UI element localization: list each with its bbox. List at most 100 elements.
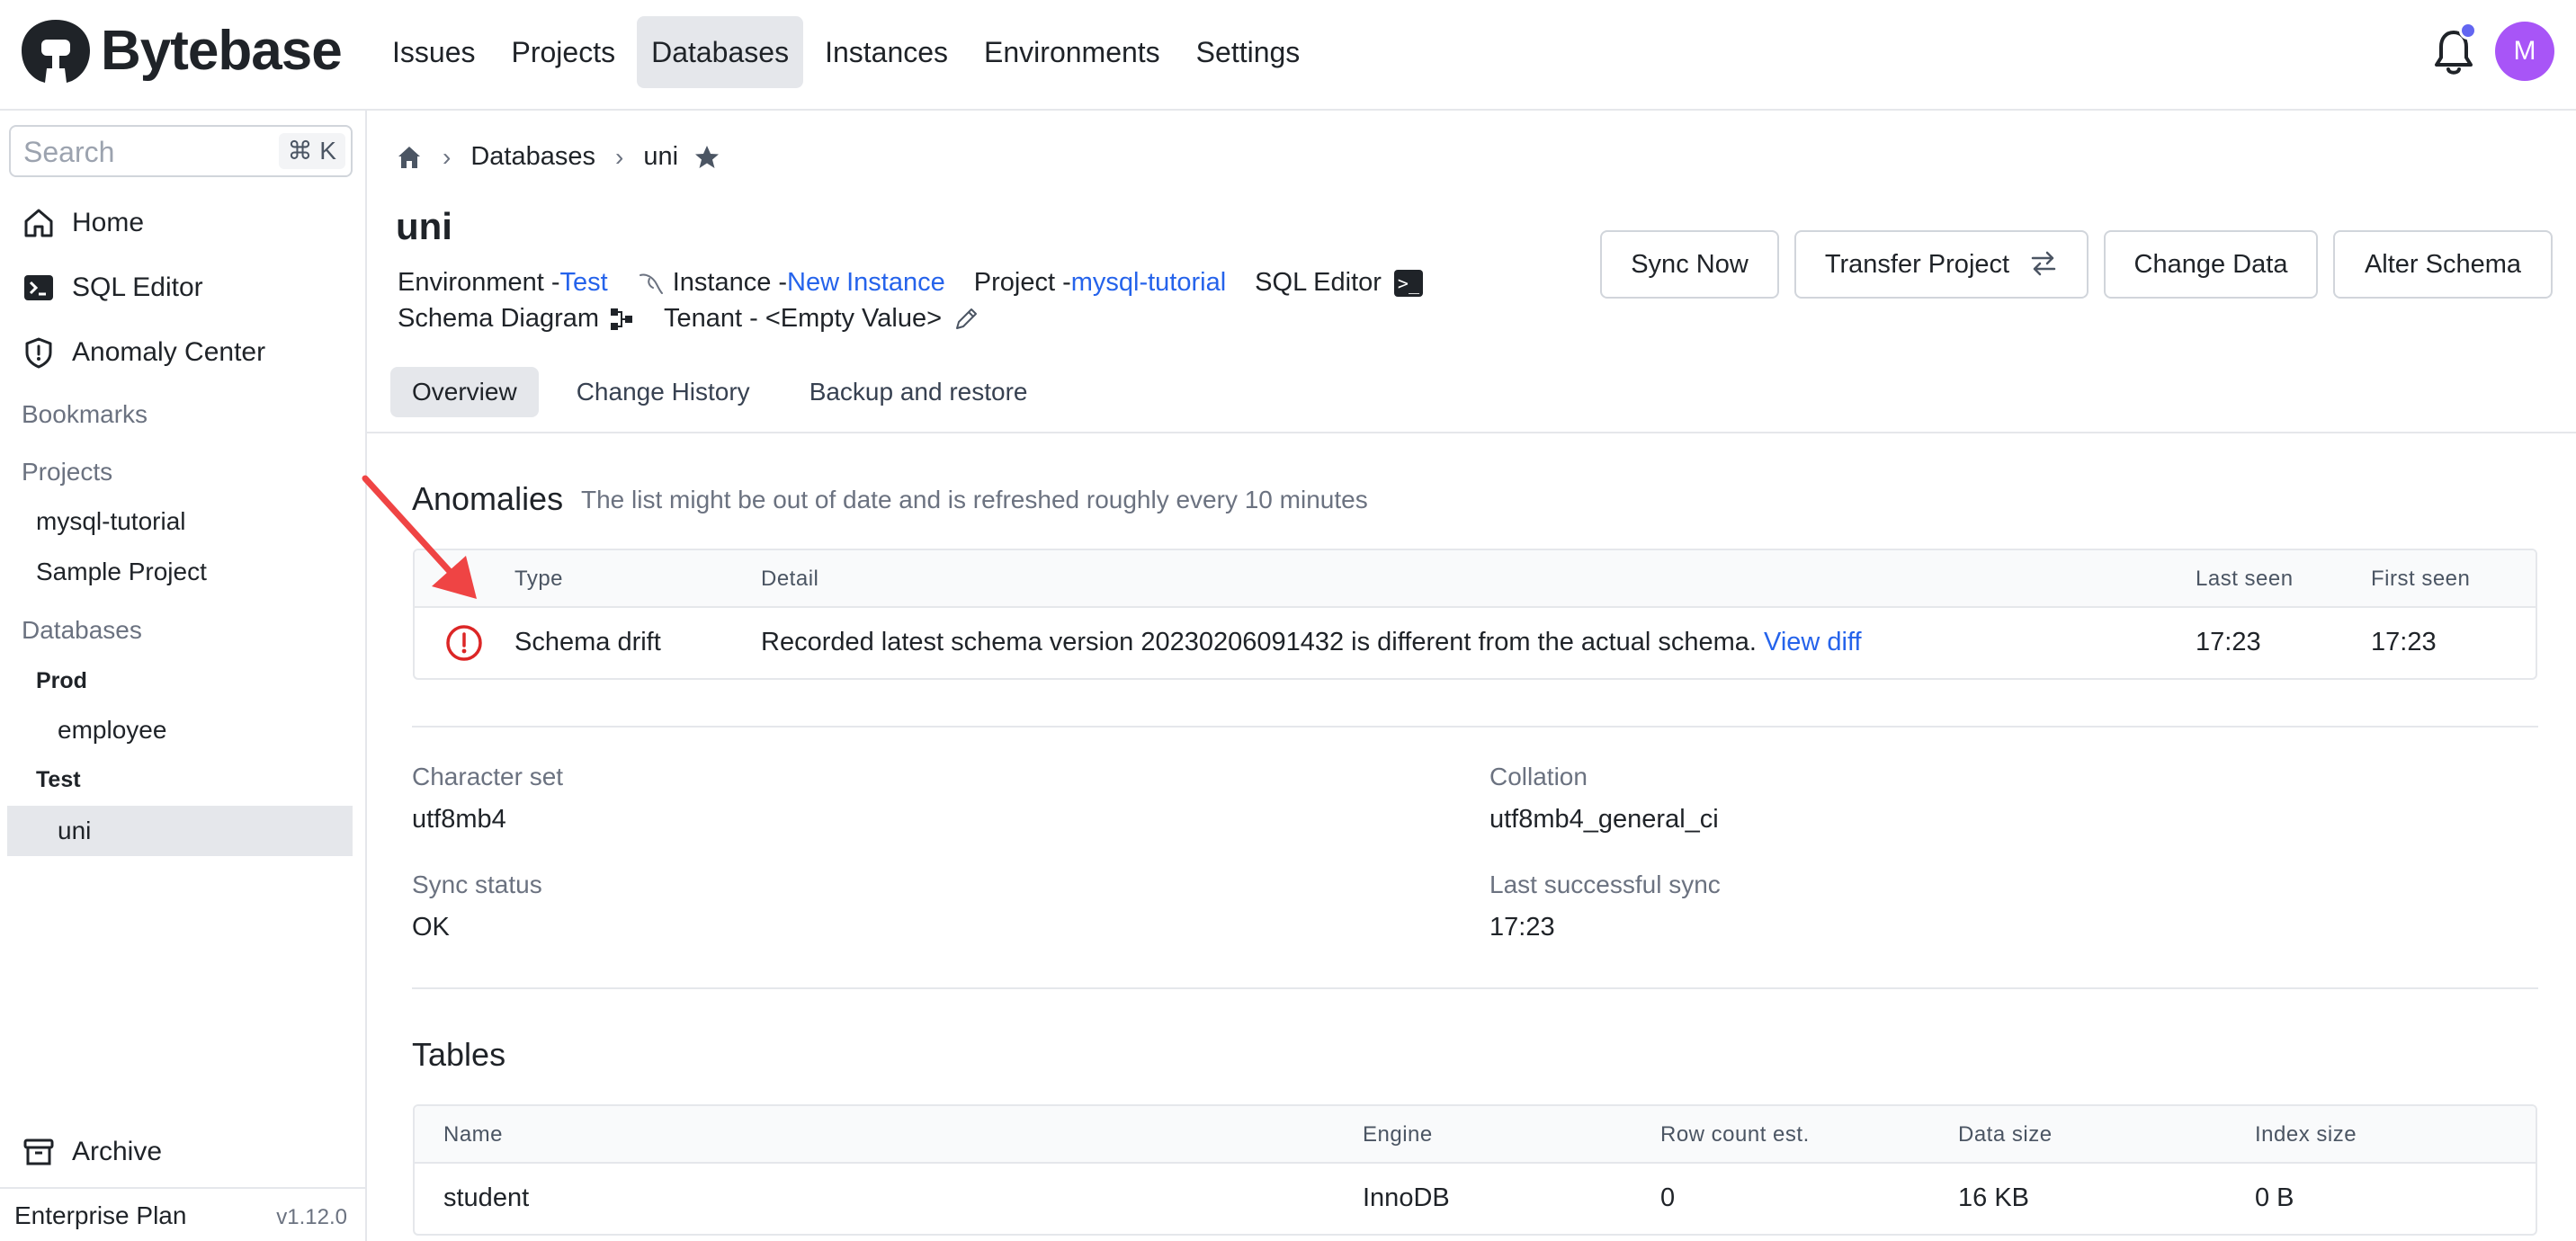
environment-link[interactable]: Test <box>560 268 608 298</box>
sidebar-item-home[interactable]: Home <box>22 206 144 240</box>
sidebar-section-databases[interactable]: Databases <box>22 616 142 645</box>
sidebar: Search ⌘ K Home SQL Editor Anomaly Cente… <box>0 111 367 1241</box>
arrows-swap-icon <box>2031 251 2056 276</box>
brand-logo[interactable]: Bytebase <box>20 18 343 85</box>
mysql-dolphin-icon <box>639 273 663 294</box>
pencil-icon[interactable] <box>953 306 979 333</box>
nav-issues[interactable]: Issues <box>378 16 489 88</box>
nav-settings[interactable]: Settings <box>1182 16 1315 88</box>
database-meta-row-1: Environment - Test Instance - New Instan… <box>398 268 1423 298</box>
anomaly-last-seen: 17:23 <box>2196 628 2261 656</box>
sql-editor-link[interactable]: SQL Editor <box>1255 268 1382 298</box>
sidebar-section-projects[interactable]: Projects <box>22 458 112 487</box>
sidebar-db-employee[interactable]: employee <box>58 716 166 745</box>
sidebar-search-input[interactable]: Search ⌘ K <box>9 125 353 177</box>
column-header-name: Name <box>443 1122 504 1147</box>
column-header-data-size: Data size <box>1958 1122 2053 1147</box>
column-header-index-size: Index size <box>2255 1122 2357 1147</box>
table-index-size: 0 B <box>2255 1183 2294 1212</box>
character-set-value: utf8mb4 <box>412 805 506 834</box>
search-shortcut-badge: ⌘ K <box>278 133 345 169</box>
tab-change-history[interactable]: Change History <box>555 367 772 417</box>
view-diff-link[interactable]: View diff <box>1764 628 1862 656</box>
alter-schema-button[interactable]: Alter Schema <box>2333 230 2553 299</box>
plan-label[interactable]: Enterprise Plan <box>14 1201 186 1230</box>
brand-name: Bytebase <box>101 20 343 82</box>
breadcrumb-databases[interactable]: Databases <box>470 142 595 172</box>
sidebar-item-label: Home <box>72 208 145 237</box>
page-title: uni <box>396 205 452 247</box>
nav-environments[interactable]: Environments <box>970 16 1175 88</box>
sidebar-db-uni[interactable]: uni <box>58 817 91 845</box>
tables-title: Tables <box>412 1036 506 1073</box>
section-divider <box>412 987 2538 989</box>
main-nav: Issues Projects Databases Instances Envi… <box>378 16 1321 88</box>
sidebar-project-mysql-tutorial[interactable]: mysql-tutorial <box>36 507 185 536</box>
sidebar-footer: Enterprise Plan v1.12.0 <box>0 1187 365 1241</box>
top-navigation-bar: Bytebase Issues Projects Databases Insta… <box>0 0 2576 111</box>
version-label: v1.12.0 <box>276 1205 347 1229</box>
tabs-divider <box>367 432 2576 433</box>
project-label: Project - <box>973 268 1071 297</box>
star-icon[interactable] <box>693 143 721 172</box>
database-tabs: Overview Change History Backup and resto… <box>390 367 1066 417</box>
instance-label: Instance - <box>672 268 788 297</box>
home-icon[interactable] <box>396 144 423 171</box>
collation-value: utf8mb4_general_ci <box>1489 805 1719 834</box>
nav-projects[interactable]: Projects <box>496 16 630 88</box>
anomaly-type: Schema drift <box>514 628 661 656</box>
table-row[interactable]: student InnoDB 0 16 KB 0 B <box>415 1164 2536 1234</box>
anomalies-note: The list might be out of date and is ref… <box>581 486 1368 513</box>
anomaly-first-seen: 17:23 <box>2371 628 2437 656</box>
sync-status-value: OK <box>412 913 450 942</box>
terminal-icon <box>24 275 53 300</box>
transfer-project-button[interactable]: Transfer Project <box>1794 230 2089 299</box>
table-row: Schema drift Recorded latest schema vers… <box>415 608 2536 678</box>
shield-alert-icon <box>25 337 52 369</box>
change-data-button[interactable]: Change Data <box>2104 230 2318 299</box>
section-divider <box>412 726 2538 728</box>
schema-diagram-link[interactable]: Schema Diagram <box>398 304 599 334</box>
nav-databases[interactable]: Databases <box>637 16 804 88</box>
column-header-last-seen: Last seen <box>2196 567 2294 591</box>
terminal-icon[interactable]: >_ <box>1393 269 1423 297</box>
column-header-type: Type <box>514 567 564 591</box>
sync-status-label: Sync status <box>412 870 542 898</box>
column-header-first-seen: First seen <box>2371 567 2471 591</box>
notification-dot <box>2459 22 2477 40</box>
breadcrumb: › Databases › uni <box>396 142 721 172</box>
table-data-size: 16 KB <box>1958 1183 2029 1212</box>
search-placeholder: Search <box>23 136 115 168</box>
sync-now-button[interactable]: Sync Now <box>1600 230 1779 299</box>
instance-link[interactable]: New Instance <box>787 268 945 298</box>
sidebar-project-sample-project[interactable]: Sample Project <box>36 558 207 586</box>
sidebar-env-test: Test <box>36 767 81 792</box>
sidebar-item-anomaly-center[interactable]: Anomaly Center <box>22 335 265 370</box>
chevron-right-icon: › <box>443 142 452 171</box>
bytebase-logo-icon <box>22 20 90 83</box>
table-row-count: 0 <box>1660 1183 1676 1212</box>
anomalies-table: Type Detail Last seen First seen Schema … <box>413 549 2537 680</box>
character-set-label: Character set <box>412 763 564 790</box>
collation-label: Collation <box>1489 763 1588 790</box>
column-header-row-count: Row count est. <box>1660 1122 1810 1147</box>
breadcrumb-current: uni <box>643 142 679 171</box>
tables-table: Name Engine Row count est. Data size Ind… <box>413 1104 2537 1236</box>
tab-backup-and-restore[interactable]: Backup and restore <box>788 367 1050 417</box>
sidebar-env-prod: Prod <box>36 668 87 693</box>
sidebar-section-bookmarks[interactable]: Bookmarks <box>22 400 148 429</box>
user-avatar[interactable]: M <box>2495 22 2554 81</box>
column-header-engine: Engine <box>1363 1122 1433 1147</box>
schema-diagram-icon[interactable] <box>608 306 635 333</box>
sidebar-item-archive[interactable]: Archive <box>22 1135 162 1169</box>
sidebar-item-sql-editor[interactable]: SQL Editor <box>22 271 203 305</box>
column-header-detail: Detail <box>761 567 819 591</box>
table-name[interactable]: student <box>443 1183 529 1213</box>
last-sync-value: 17:23 <box>1489 913 1555 942</box>
nav-instances[interactable]: Instances <box>810 16 962 88</box>
table-header: Name Engine Row count est. Data size Ind… <box>415 1106 2536 1164</box>
environment-label: Environment - <box>398 268 560 297</box>
project-link[interactable]: mysql-tutorial <box>1071 268 1226 298</box>
tab-overview[interactable]: Overview <box>390 367 539 417</box>
sidebar-item-label: SQL Editor <box>72 272 203 302</box>
